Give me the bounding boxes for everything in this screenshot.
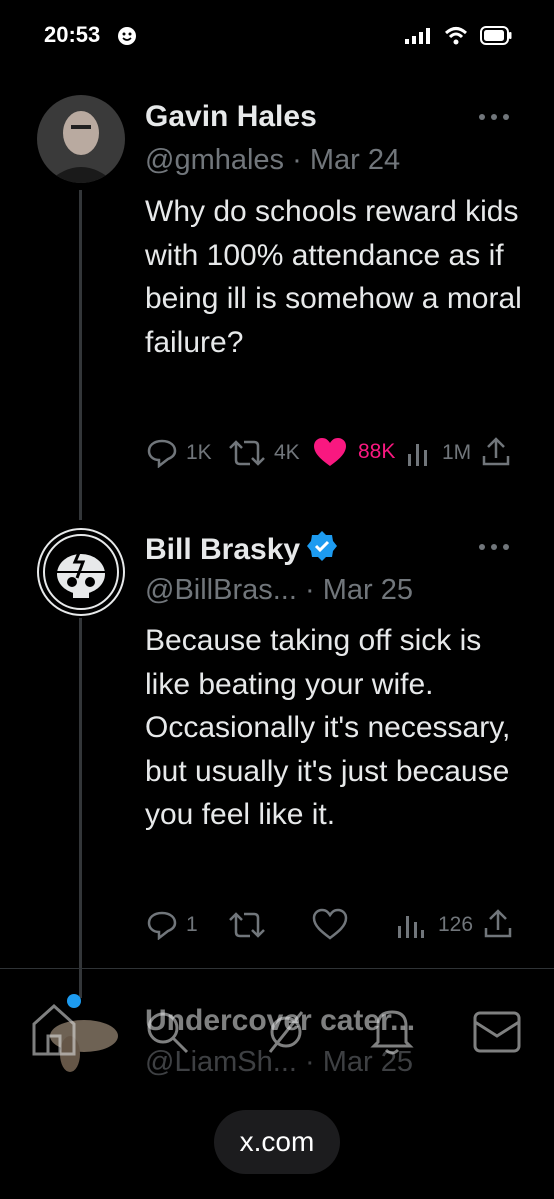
notifications-icon[interactable] [370,1004,414,1061]
reply-button[interactable]: 1K [146,438,212,468]
repost-icon [229,440,265,466]
repost-icon [229,912,265,938]
tweet-date: Mar 24 [309,144,401,176]
repost-count: 4K [274,441,300,464]
share-button[interactable] [482,908,514,940]
url-text: x.com [239,1126,315,1157]
home-icon[interactable] [30,1000,78,1061]
url-bar[interactable]: x.com [214,1110,340,1174]
messages-icon[interactable] [472,1010,522,1059]
wifi-icon [444,26,468,46]
nav-divider [0,968,554,969]
repost-button[interactable] [226,910,268,940]
share-icon [482,437,510,466]
like-button[interactable] [312,908,348,940]
like-icon [314,438,346,466]
share-button[interactable] [480,436,512,468]
thread-line [79,618,82,998]
reply-icon [147,911,177,940]
tweet-date: Mar 25 [322,574,413,606]
views-icon [408,444,427,466]
tweet-text: Why do schools reward kids with 100% att… [145,195,522,359]
views-button[interactable]: 126 [396,910,473,940]
grok-icon[interactable] [266,1008,306,1061]
author-name-row[interactable]: Bill Brasky [145,530,338,570]
author-name[interactable]: Gavin Hales [145,100,317,134]
more-icon[interactable] [474,110,514,124]
handle-text: @gmhales [145,144,285,176]
verified-icon [306,530,338,570]
views-icon [398,916,424,938]
like-button[interactable]: 88K [312,436,395,468]
views-button[interactable]: 1M [406,438,471,468]
thread-line [79,190,82,520]
battery-icon [480,26,512,45]
author-handle[interactable]: @gmhales · Mar 24 [145,144,400,177]
reply-icon [147,439,177,468]
views-count: 1M [442,441,472,464]
reply-count: 1 [186,913,198,936]
tweet-text: Because taking off sick is like beating … [145,624,511,831]
like-count: 88K [358,440,396,463]
signal-icon [405,28,431,44]
smiley-icon [118,27,136,45]
reply-button[interactable]: 1 [146,910,198,940]
search-icon[interactable] [145,1010,191,1061]
more-icon[interactable] [474,540,514,554]
author-handle[interactable]: @BillBras... · Mar 25 [145,574,413,607]
status-time: 20:53 [44,22,101,47]
author-name: Bill Brasky [145,533,301,566]
views-count: 126 [438,913,474,936]
avatar[interactable] [37,528,125,616]
share-icon [484,909,512,938]
avatar[interactable] [37,95,125,183]
like-icon [312,908,348,940]
handle-text: @BillBras... [145,574,297,606]
reply-count: 1K [186,441,212,464]
repost-button[interactable]: 4K [226,438,300,468]
